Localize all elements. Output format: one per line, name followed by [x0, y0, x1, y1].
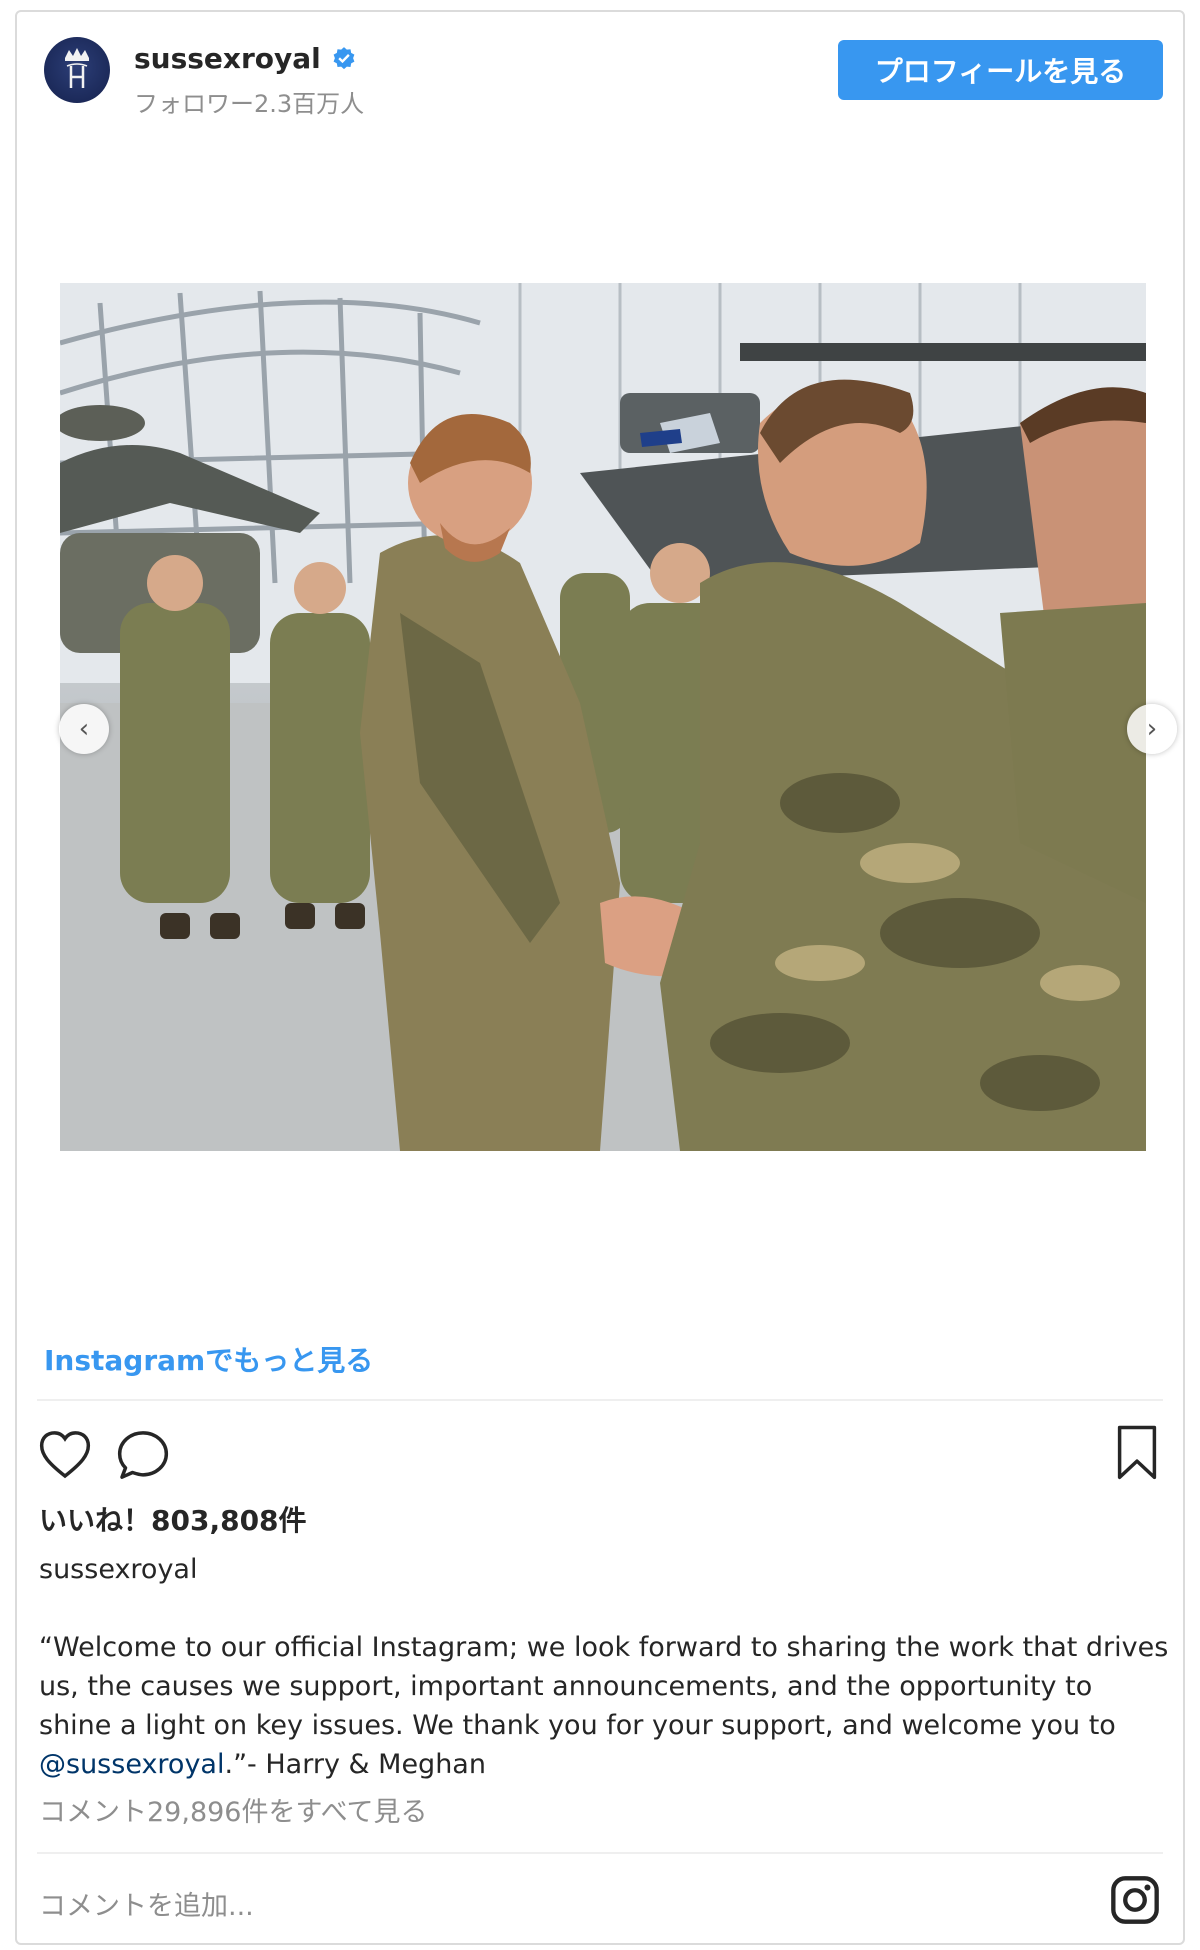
post-photo[interactable] — [60, 283, 1146, 1151]
profile-username[interactable]: sussexroyal — [134, 42, 357, 75]
heart-icon[interactable] — [37, 1427, 93, 1483]
instagram-logo-icon[interactable] — [1109, 1874, 1161, 1926]
caption-username[interactable]: sussexroyal — [39, 1554, 197, 1585]
divider — [37, 1399, 1163, 1401]
chevron-left-icon: ‹ — [78, 714, 90, 744]
view-profile-button[interactable]: プロフィールを見る — [838, 40, 1163, 100]
instagram-embed: sussexroyal フォロワー2.3百万人 プロフィールを見る ‹ › In… — [15, 10, 1185, 1945]
like-count[interactable]: いいね！803,808件 — [39, 1499, 307, 1539]
chevron-right-icon: › — [1146, 714, 1158, 744]
caption-signature: .”- Harry & Meghan — [224, 1749, 486, 1780]
carousel-next-button[interactable]: › — [1127, 704, 1177, 754]
caption-text: “Welcome to our official Instagram; we l… — [39, 1628, 1169, 1784]
view-more-on-instagram-link[interactable]: Instagramでもっと見る — [44, 1339, 373, 1379]
comment-bubble-icon[interactable] — [115, 1427, 171, 1483]
avatar[interactable] — [44, 37, 110, 103]
view-all-comments-link[interactable]: コメント29,896件をすべて見る — [39, 1790, 428, 1829]
mention-link[interactable]: @sussexroyal — [39, 1749, 224, 1780]
verified-badge-icon — [333, 46, 355, 69]
caption-body: “Welcome to our official Instagram; we l… — [39, 1632, 1169, 1741]
royal-monogram-icon — [65, 48, 89, 88]
add-comment-input[interactable]: コメントを追加... — [39, 1884, 939, 1923]
username-text[interactable]: sussexroyal — [134, 42, 321, 75]
divider — [37, 1852, 1163, 1854]
bookmark-icon[interactable] — [1113, 1424, 1161, 1482]
follower-count: フォロワー2.3百万人 — [134, 90, 365, 118]
carousel-prev-button[interactable]: ‹ — [59, 704, 109, 754]
